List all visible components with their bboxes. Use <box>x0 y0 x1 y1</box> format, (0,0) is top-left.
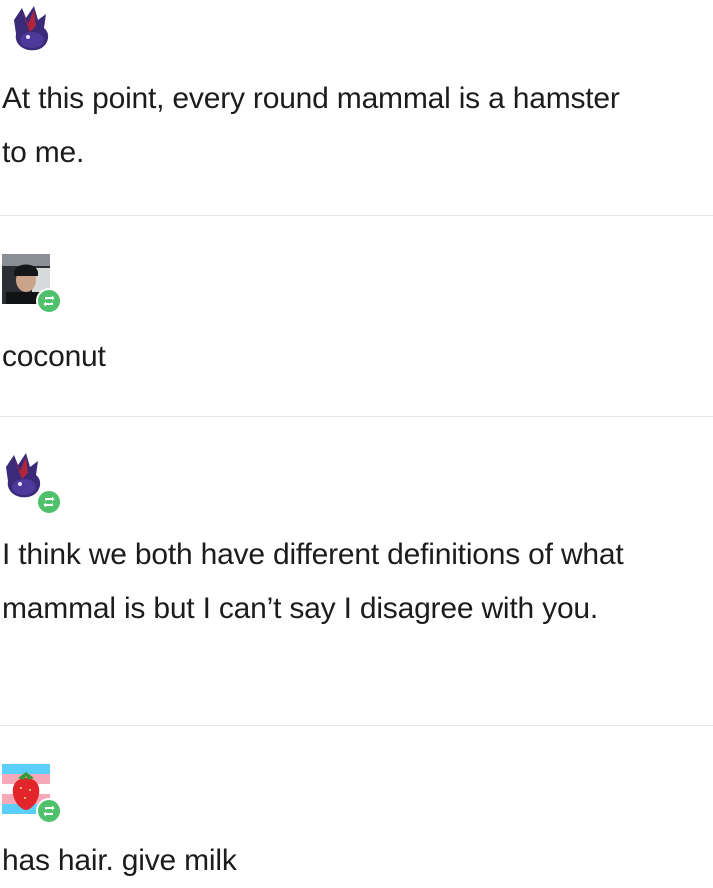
reblog-icon <box>43 295 55 307</box>
reblog-badge <box>36 489 62 515</box>
reblog-thread: At this point, every round mammal is a h… <box>0 0 713 887</box>
reblog-badge <box>36 288 62 314</box>
divider <box>0 416 713 417</box>
post-text: At this point, every round mammal is a h… <box>2 82 620 169</box>
post-text: has hair. give milk <box>2 844 237 877</box>
divider <box>0 725 713 726</box>
post-text: I think we both have different definitio… <box>2 538 624 625</box>
divider <box>0 215 713 216</box>
reblog-icon <box>43 805 55 817</box>
bat-creature-avatar-icon[interactable] <box>8 4 54 54</box>
post-text: coconut <box>2 340 106 373</box>
reblog-badge <box>36 798 62 824</box>
reblog-icon <box>43 496 55 508</box>
